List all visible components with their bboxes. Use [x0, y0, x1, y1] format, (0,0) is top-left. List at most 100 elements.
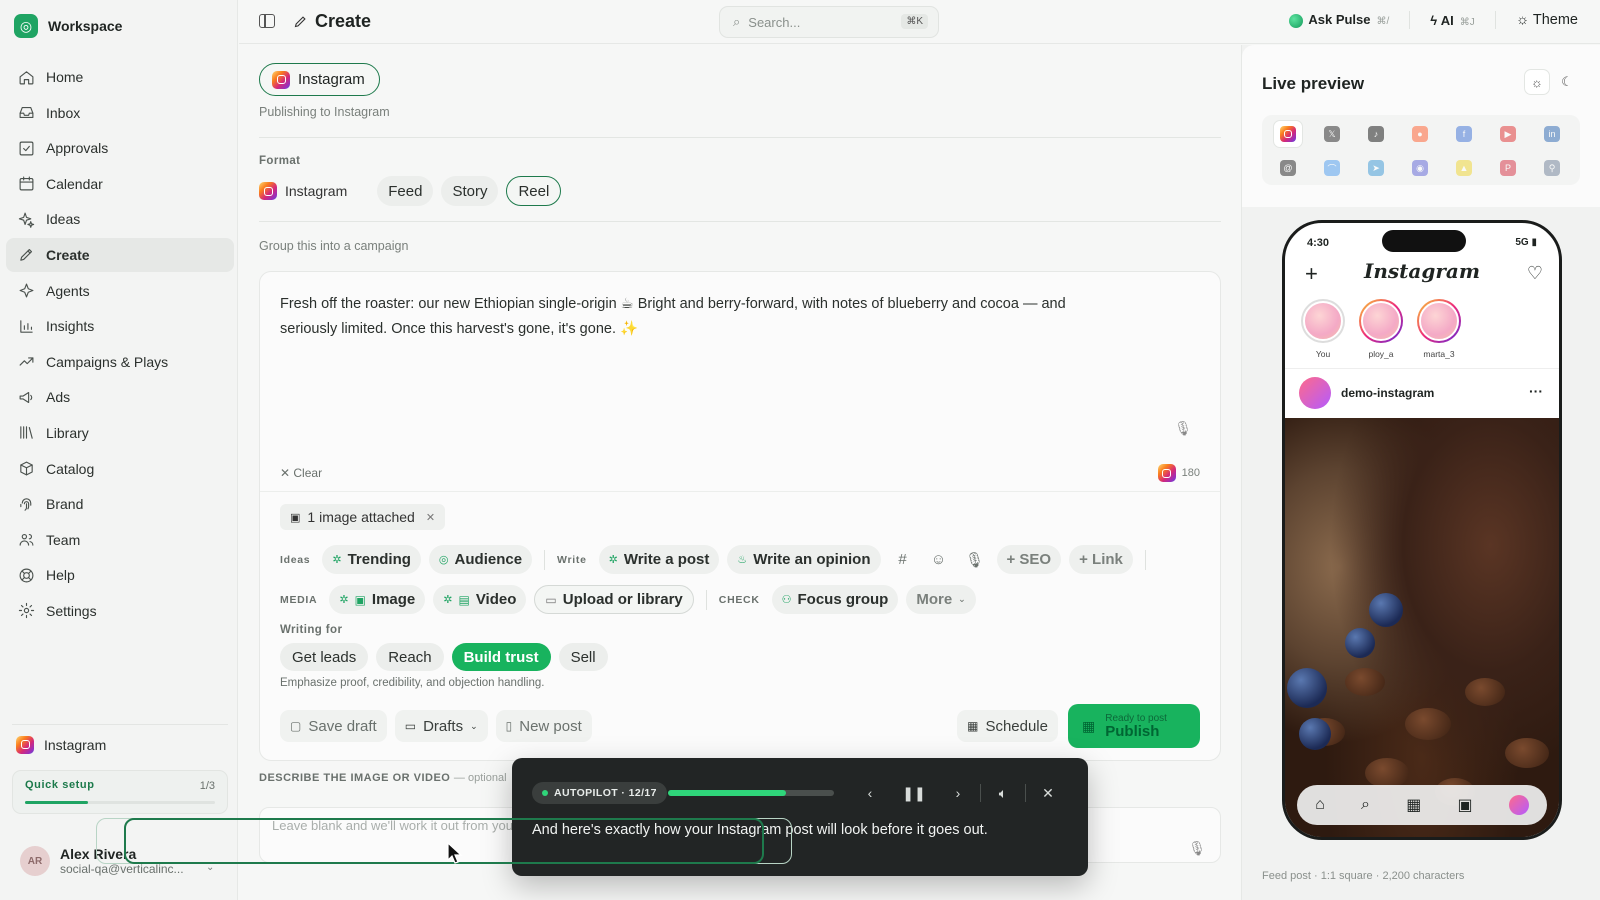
chevron-right-icon[interactable]: ›: [936, 780, 980, 806]
check-label: CHECK: [718, 593, 760, 606]
new-post-button[interactable]: ▯ New post: [495, 710, 592, 742]
instagram-icon: [272, 70, 290, 89]
sidebar-item-ads[interactable]: Ads: [6, 380, 234, 414]
audience-button[interactable]: ◎ Audience: [428, 545, 533, 574]
goal-reach[interactable]: Reach: [376, 643, 444, 671]
write-an-opinion-button[interactable]: ♨ Write an opinion: [727, 545, 881, 574]
divider: [260, 491, 1220, 492]
preview-platform-google-business[interactable]: ⚲: [1530, 151, 1574, 185]
sidebar-item-approvals[interactable]: Approvals: [6, 131, 234, 165]
drafts-dropdown[interactable]: ▭ Drafts ⌄: [394, 710, 488, 742]
close-icon[interactable]: ✕: [1026, 780, 1070, 806]
add-link-button[interactable]: + Link: [1069, 545, 1133, 574]
sidebar-item-catalog[interactable]: Catalog: [6, 452, 234, 486]
more-button[interactable]: More ⌄: [906, 585, 976, 614]
clear-button[interactable]: ✕ Clear: [280, 466, 322, 480]
sidebar-item-create[interactable]: Create: [6, 237, 234, 272]
publish-button[interactable]: ▦ Ready to post Publish: [1068, 704, 1200, 748]
inbox-icon: [17, 104, 35, 122]
moon-icon[interactable]: ☾: [1554, 69, 1580, 95]
telegram-icon: ➤: [1368, 160, 1384, 176]
preview-platform-tiktok[interactable]: ♪: [1354, 117, 1398, 151]
chevron-left-icon[interactable]: ‹: [848, 780, 892, 806]
ask-pulse-button[interactable]: Ask Pulse ⌘/: [1289, 12, 1389, 28]
goal-get-leads[interactable]: Get leads: [280, 643, 369, 671]
pulse-orb-icon: [1289, 13, 1304, 28]
preview-platform-threads[interactable]: @: [1266, 151, 1310, 185]
ai-button[interactable]: ϟ AI ⌘J: [1430, 13, 1475, 28]
preview-platform-facebook[interactable]: f: [1442, 117, 1486, 151]
microphone-icon[interactable]: 🎙︎: [1174, 420, 1192, 437]
volume-icon[interactable]: 🔈︎: [981, 780, 1025, 806]
sidebar-item-label: Settings: [46, 602, 97, 619]
preview-platform-telegram[interactable]: ➤: [1354, 151, 1398, 185]
sparkle-icon: ✲: [339, 594, 349, 606]
new-post-label: New post: [519, 717, 582, 735]
preview-platform-instagram[interactable]: [1273, 120, 1303, 148]
upload-or-library-button[interactable]: ▭ Upload or library: [534, 585, 694, 614]
sidebar-item-campaigns[interactable]: Campaigns & Plays: [6, 345, 234, 379]
search-input[interactable]: ⌕ Search... ⌘K: [719, 6, 939, 38]
goal-build-trust[interactable]: Build trust: [451, 643, 551, 671]
format-reel[interactable]: Reel: [506, 176, 562, 206]
quick-setup-card[interactable]: Quick setup 1/3: [12, 770, 228, 814]
focus-group-button[interactable]: ⚇ Focus group: [771, 585, 899, 614]
sidebar-item-inbox[interactable]: Inbox: [6, 96, 234, 130]
sun-icon: ☼: [1515, 12, 1533, 28]
format-feed[interactable]: Feed: [377, 176, 434, 206]
toolbar-media-check: MEDIA ✲ ▣ Image ✲ ▤ Video ▭ Upload or library…: [280, 585, 976, 614]
sidebar-item-settings[interactable]: Settings: [6, 594, 234, 628]
image-button[interactable]: ✲ ▣ Image: [329, 585, 426, 614]
preview-platform-pinterest[interactable]: P: [1486, 151, 1530, 185]
sidebar-item-agents[interactable]: Agents: [6, 274, 234, 308]
reddit-icon: ●: [1412, 126, 1428, 142]
preview-platform-reddit[interactable]: ●: [1398, 117, 1442, 151]
sidebar-item-label: Agents: [46, 282, 90, 299]
write-an-opinion-label: Write an opinion: [753, 551, 871, 568]
emoji-icon[interactable]: ☺: [925, 546, 953, 574]
microphone-icon[interactable]: 🎙︎: [961, 546, 989, 574]
format-story[interactable]: Story: [441, 176, 499, 206]
sidebar-item-team[interactable]: Team: [6, 523, 234, 557]
write-a-post-button[interactable]: ✲ Write a post: [598, 545, 720, 574]
workspace-switcher[interactable]: ◎ Workspace: [14, 14, 122, 38]
save-draft-button[interactable]: ▢ Save draft: [280, 710, 387, 742]
sidebar-item-home[interactable]: Home: [6, 60, 234, 94]
page-title: Create: [293, 11, 371, 32]
chevron-updown-icon[interactable]: ⌄: [206, 862, 214, 873]
preview-platform-youtube[interactable]: ▶: [1486, 117, 1530, 151]
sidebar-toggle-icon[interactable]: [259, 14, 275, 28]
microphone-icon[interactable]: 🎙︎: [1188, 840, 1206, 857]
theme-button[interactable]: ☼ Theme: [1516, 12, 1578, 28]
preview-platform-discord[interactable]: ◉: [1398, 151, 1442, 185]
user-menu[interactable]: AR Alex Rivera social-qa@verticalinc...: [20, 846, 184, 876]
sidebar-item-calendar[interactable]: Calendar: [6, 167, 234, 201]
file-icon: ▯: [505, 719, 513, 733]
linkedin-icon: in: [1544, 126, 1560, 142]
video-button[interactable]: ✲ ▤ Video: [433, 585, 527, 614]
image-icon: ▣: [354, 592, 366, 607]
sidebar-item-insights[interactable]: Insights: [6, 309, 234, 343]
trending-button[interactable]: ✲ Trending: [322, 545, 421, 574]
sun-icon[interactable]: ☼: [1524, 69, 1550, 95]
preview-platform-bluesky[interactable]: ⌒: [1310, 151, 1354, 185]
preview-platform-snapchat[interactable]: ▲: [1442, 151, 1486, 185]
post-textarea[interactable]: Fresh off the roaster: our new Ethiopian…: [280, 292, 1110, 341]
preview-platform-x[interactable]: 𝕏: [1310, 117, 1354, 151]
sidebar-item-ideas[interactable]: Ideas: [6, 202, 234, 236]
campaign-link[interactable]: Group this into a campaign: [259, 239, 408, 253]
seo-button[interactable]: + SEO: [996, 545, 1062, 574]
platform-chip-instagram[interactable]: Instagram: [259, 63, 380, 96]
page-title-text: Create: [315, 11, 372, 31]
hashtag-icon[interactable]: #: [889, 546, 917, 574]
preview-platform-linkedin[interactable]: in: [1530, 117, 1574, 151]
sidebar-account-instagram[interactable]: Instagram: [12, 724, 228, 764]
sidebar-item-library[interactable]: Library: [6, 416, 234, 450]
schedule-button[interactable]: ▦ Schedule: [957, 710, 1058, 742]
remove-attachment-icon[interactable]: ✕: [426, 511, 435, 524]
goal-sell[interactable]: Sell: [558, 643, 608, 671]
sidebar-item-brand[interactable]: Brand: [6, 487, 234, 521]
sidebar-item-help[interactable]: Help: [6, 558, 234, 592]
pause-icon[interactable]: ❚❚: [892, 780, 936, 806]
attachment-chip[interactable]: ▣ 1 image attached ✕: [280, 504, 446, 530]
